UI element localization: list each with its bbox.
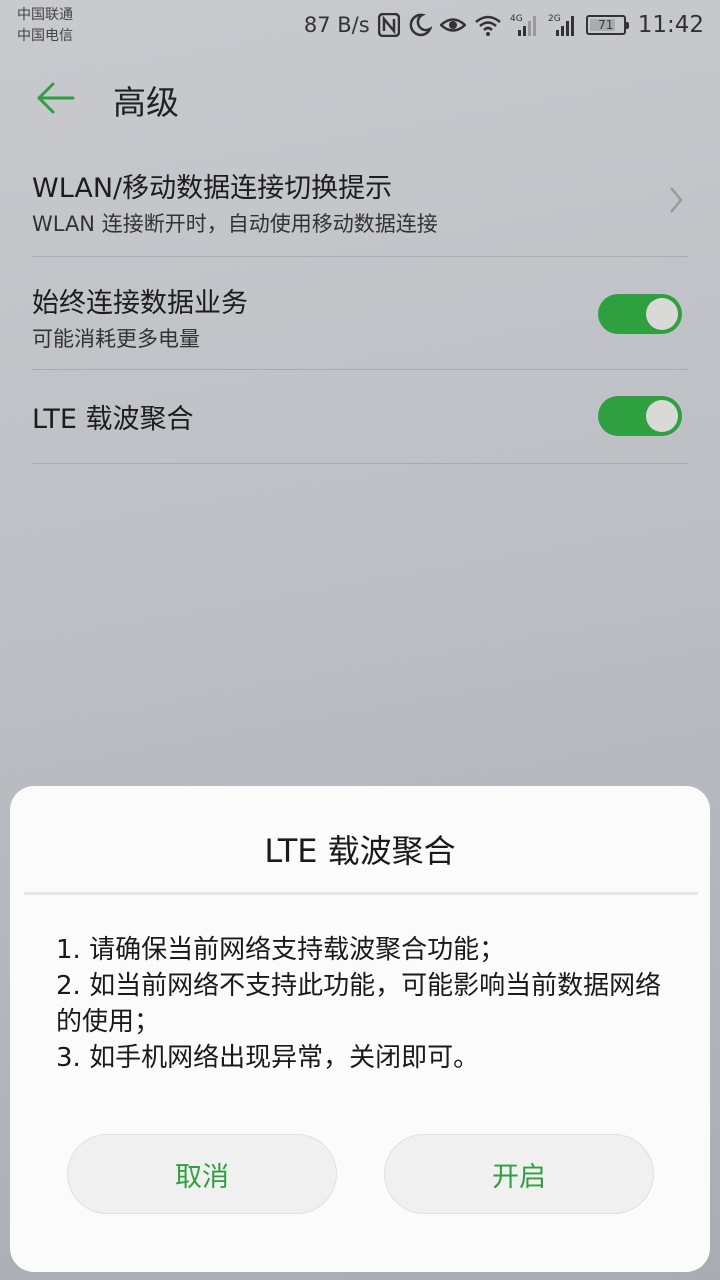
nfc-icon bbox=[377, 12, 400, 38]
toggle-knob bbox=[646, 298, 678, 330]
carrier-name-2: 中国电信 bbox=[17, 28, 73, 44]
clock: 11:42 bbox=[637, 12, 704, 38]
moon-icon bbox=[408, 12, 432, 38]
dialog-message: 1. 请确保当前网络支持载波聚合功能； 2. 如当前网络不支持此功能，可能影响当… bbox=[56, 932, 676, 1076]
app-bar: 高级 bbox=[0, 60, 720, 136]
eye-icon bbox=[439, 12, 466, 38]
status-icons: 87 B/s 4G 2G 71 11:42 bbox=[304, 10, 704, 40]
setting-lte-carrier-aggregation[interactable]: LTE 载波聚合 bbox=[32, 370, 688, 464]
dialog-line: 2. 如当前网络不支持此功能，可能影响当前数据网络的使用； bbox=[56, 971, 662, 1037]
cancel-button[interactable]: 取消 bbox=[67, 1134, 337, 1214]
network-speed: 87 B/s bbox=[303, 13, 370, 37]
setting-subtitle: WLAN 连接断开时，自动使用移动数据连接 bbox=[32, 212, 438, 236]
signal-icon: 4G bbox=[510, 12, 540, 38]
settings-list: WLAN/移动数据连接切换提示 WLAN 连接断开时，自动使用移动数据连接 始终… bbox=[32, 142, 688, 464]
network-type-2: 2G bbox=[548, 14, 561, 24]
network-type-1: 4G bbox=[510, 14, 523, 24]
battery-icon: 71 bbox=[585, 15, 629, 35]
setting-title: LTE 载波聚合 bbox=[32, 404, 194, 435]
page-title: 高级 bbox=[113, 83, 179, 122]
setting-title: 始终连接数据业务 bbox=[32, 288, 248, 319]
dialog-title: LTE 载波聚合 bbox=[264, 832, 456, 870]
back-arrow-icon bbox=[37, 82, 75, 114]
lte-carrier-aggregation-toggle[interactable] bbox=[598, 396, 682, 436]
setting-title: WLAN/移动数据连接切换提示 bbox=[32, 173, 393, 204]
dialog-line: 1. 请确保当前网络支持载波聚合功能； bbox=[56, 935, 506, 965]
signal-icon: 2G bbox=[548, 12, 578, 38]
dialog-line: 3. 如手机网络出现异常，关闭即可。 bbox=[56, 1043, 480, 1073]
lte-dialog: LTE 载波聚合 1. 请确保当前网络支持载波聚合功能； 2. 如当前网络不支持… bbox=[10, 786, 710, 1272]
enable-button[interactable]: 开启 bbox=[384, 1134, 654, 1214]
wifi-icon bbox=[474, 12, 502, 38]
toggle-knob bbox=[646, 400, 678, 432]
back-button[interactable] bbox=[30, 74, 80, 122]
chevron-right-icon bbox=[670, 187, 683, 213]
carrier-name-1: 中国联通 bbox=[17, 7, 73, 23]
setting-wlan-switch-prompt[interactable]: WLAN/移动数据连接切换提示 WLAN 连接断开时，自动使用移动数据连接 bbox=[32, 142, 688, 257]
status-bar: 中国联通 中国电信 87 B/s 4G 2G 71 11:42 bbox=[0, 0, 720, 52]
setting-always-on-data[interactable]: 始终连接数据业务 可能消耗更多电量 bbox=[32, 257, 688, 370]
setting-subtitle: 可能消耗更多电量 bbox=[32, 327, 200, 351]
dialog-divider bbox=[24, 892, 698, 895]
always-on-data-toggle[interactable] bbox=[598, 294, 682, 334]
